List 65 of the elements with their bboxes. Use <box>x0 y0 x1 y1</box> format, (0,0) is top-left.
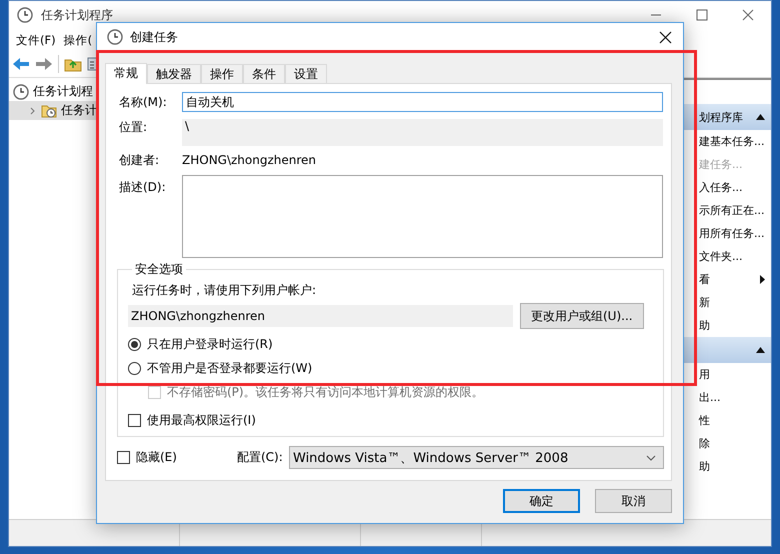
clock-icon <box>13 84 29 100</box>
clock-icon <box>17 7 33 23</box>
checkbox-label: 不存储密码(P)。该任务将只有访问本地计算机资源的权限。 <box>167 384 484 400</box>
config-dropdown[interactable]: Windows Vista™、Windows Server™ 2008 <box>289 446 664 469</box>
checkbox[interactable] <box>117 451 130 464</box>
field-label: 创建者: <box>119 152 160 168</box>
action-item[interactable]: 文件夹... <box>681 245 771 268</box>
section-header[interactable] <box>681 337 771 363</box>
chevron-icon <box>646 454 656 460</box>
dialog-title: 创建任务 <box>130 28 178 46</box>
forward-arrow-icon[interactable] <box>35 57 53 71</box>
group-title: 安全选项 <box>134 261 184 278</box>
chevron-icon[interactable] <box>29 106 37 114</box>
radio-button[interactable] <box>128 338 141 350</box>
panel-icon[interactable] <box>87 56 96 72</box>
checkbox-label[interactable]: 使用最高权限运行(I) <box>147 412 256 428</box>
action-item[interactable]: 出... <box>681 386 771 409</box>
folder-clock-icon <box>41 103 57 118</box>
tab[interactable]: 常规 <box>105 63 147 84</box>
radio-label[interactable]: 不管用户是否登录都要运行(W) <box>147 360 312 376</box>
action-item[interactable]: 助 <box>681 455 771 478</box>
author-value: ZHONG\zhongzhenren <box>182 153 316 167</box>
location-field: \ <box>182 119 663 146</box>
radio-button[interactable] <box>128 362 141 374</box>
field-label: 位置: <box>119 119 148 136</box>
section-header[interactable]: 划程序库 <box>681 104 771 130</box>
action-item[interactable]: 除 <box>681 432 771 455</box>
tab[interactable]: 设置 <box>285 64 327 83</box>
collapse-icon[interactable] <box>756 347 765 353</box>
action-item[interactable]: 新 <box>681 291 771 314</box>
dialog-button[interactable]: 确定 <box>503 489 580 513</box>
window-title: 任务计划程序 <box>41 6 113 24</box>
action-item[interactable]: 用 <box>681 363 771 386</box>
tab[interactable]: 条件 <box>243 64 285 83</box>
name-field[interactable]: 自动关机 <box>182 92 663 112</box>
change-user-button[interactable]: 更改用户或组(U)... <box>520 303 644 329</box>
checkbox-label[interactable]: 隐藏(E) <box>136 449 177 466</box>
action-item[interactable]: 建基本任务... <box>681 130 771 153</box>
checkbox[interactable] <box>128 414 141 426</box>
field-label: 配置(C): <box>237 449 284 466</box>
dialog-button[interactable]: 取消 <box>595 489 672 513</box>
action-item[interactable]: 入任务... <box>681 176 771 199</box>
menu-item[interactable]: 操作( <box>64 32 92 48</box>
maximize-icon[interactable] <box>696 9 708 21</box>
tree-item[interactable]: 任务计 <box>9 101 97 120</box>
tab[interactable]: 触发器 <box>147 64 201 83</box>
tab[interactable]: 操作 <box>201 64 243 83</box>
prompt-text: 运行任务时，请使用下列用户帐户: <box>132 282 316 298</box>
submenu-arrow-icon <box>760 275 765 284</box>
field-label: 名称(M): <box>119 94 168 110</box>
field-label: 描述(D): <box>119 179 167 196</box>
action-item[interactable]: 助 <box>681 314 771 337</box>
action-item[interactable]: 示所有正在... <box>681 199 771 222</box>
close-icon[interactable] <box>659 30 672 44</box>
action-item[interactable]: 性 <box>681 409 771 432</box>
back-arrow-icon[interactable] <box>12 57 30 71</box>
description-field[interactable] <box>182 175 663 258</box>
menu-item[interactable]: 文件(F) <box>16 32 56 48</box>
action-item[interactable]: 用所有任务... <box>681 222 771 245</box>
clock-icon <box>107 29 123 45</box>
tree-item[interactable]: 任务计划程 <box>33 83 93 100</box>
action-item[interactable]: 看 <box>681 268 771 291</box>
collapse-icon[interactable] <box>756 114 765 120</box>
account-field: ZHONG\zhongzhenren <box>128 305 513 327</box>
radio-label[interactable]: 只在用户登录时运行(R) <box>147 336 273 352</box>
